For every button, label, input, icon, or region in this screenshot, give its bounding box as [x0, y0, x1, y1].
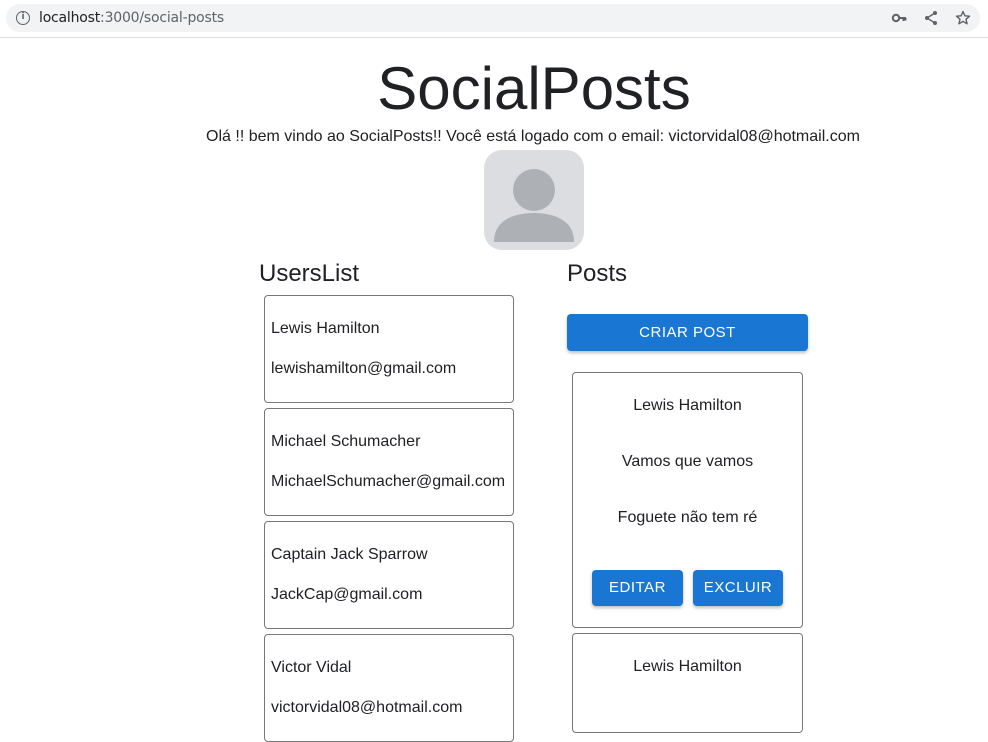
user-name: Captain Jack Sparrow	[271, 546, 428, 563]
browser-toolbar: i localhost:3000/social-posts	[0, 0, 988, 38]
user-email: lewishamilton@gmail.com	[271, 360, 457, 377]
welcome-message: Olá !! bem vindo ao SocialPosts!! Você e…	[206, 128, 860, 145]
star-icon[interactable]	[955, 10, 971, 26]
user-name: Victor Vidal	[271, 659, 352, 676]
url-path: :3000/social-posts	[100, 10, 225, 26]
post-author: Lewis Hamilton	[633, 397, 742, 414]
user-email: MichaelSchumacher@gmail.com	[271, 473, 506, 490]
user-avatar-icon	[494, 169, 574, 242]
user-email: JackCap@gmail.com	[271, 586, 423, 603]
delete-post-button[interactable]: EXCLUIR	[693, 570, 783, 606]
info-icon[interactable]: i	[16, 11, 30, 25]
edit-post-button[interactable]: EDITAR	[592, 570, 683, 606]
url-host: localhost	[39, 10, 101, 26]
create-post-button[interactable]: CRIAR POST	[567, 314, 808, 351]
post-card: Lewis Hamilton Vamos que vamos Foguete n…	[572, 372, 803, 628]
user-card: Captain Jack Sparrow JackCap@gmail.com	[264, 521, 514, 629]
avatar	[484, 150, 584, 250]
posts-title: Posts	[567, 260, 628, 287]
user-name: Michael Schumacher	[271, 433, 421, 450]
user-card: Michael Schumacher MichaelSchumacher@gma…	[264, 408, 514, 516]
page-title: SocialPosts	[377, 55, 691, 122]
url-text[interactable]: localhost:3000/social-posts	[39, 10, 224, 26]
address-bar[interactable]: i localhost:3000/social-posts	[6, 4, 980, 32]
post-title: Vamos que vamos	[621, 453, 754, 470]
post-card: Lewis Hamilton	[572, 633, 803, 733]
key-icon[interactable]	[891, 10, 907, 26]
user-card: Victor Vidal victorvidal08@hotmail.com	[264, 634, 514, 742]
post-author: Lewis Hamilton	[633, 658, 742, 675]
user-name: Lewis Hamilton	[271, 320, 380, 337]
user-card: Lewis Hamilton lewishamilton@gmail.com	[264, 295, 514, 403]
share-icon[interactable]	[923, 10, 939, 26]
users-list-title: UsersList	[259, 260, 360, 287]
post-body: Foguete não tem ré	[617, 509, 758, 526]
